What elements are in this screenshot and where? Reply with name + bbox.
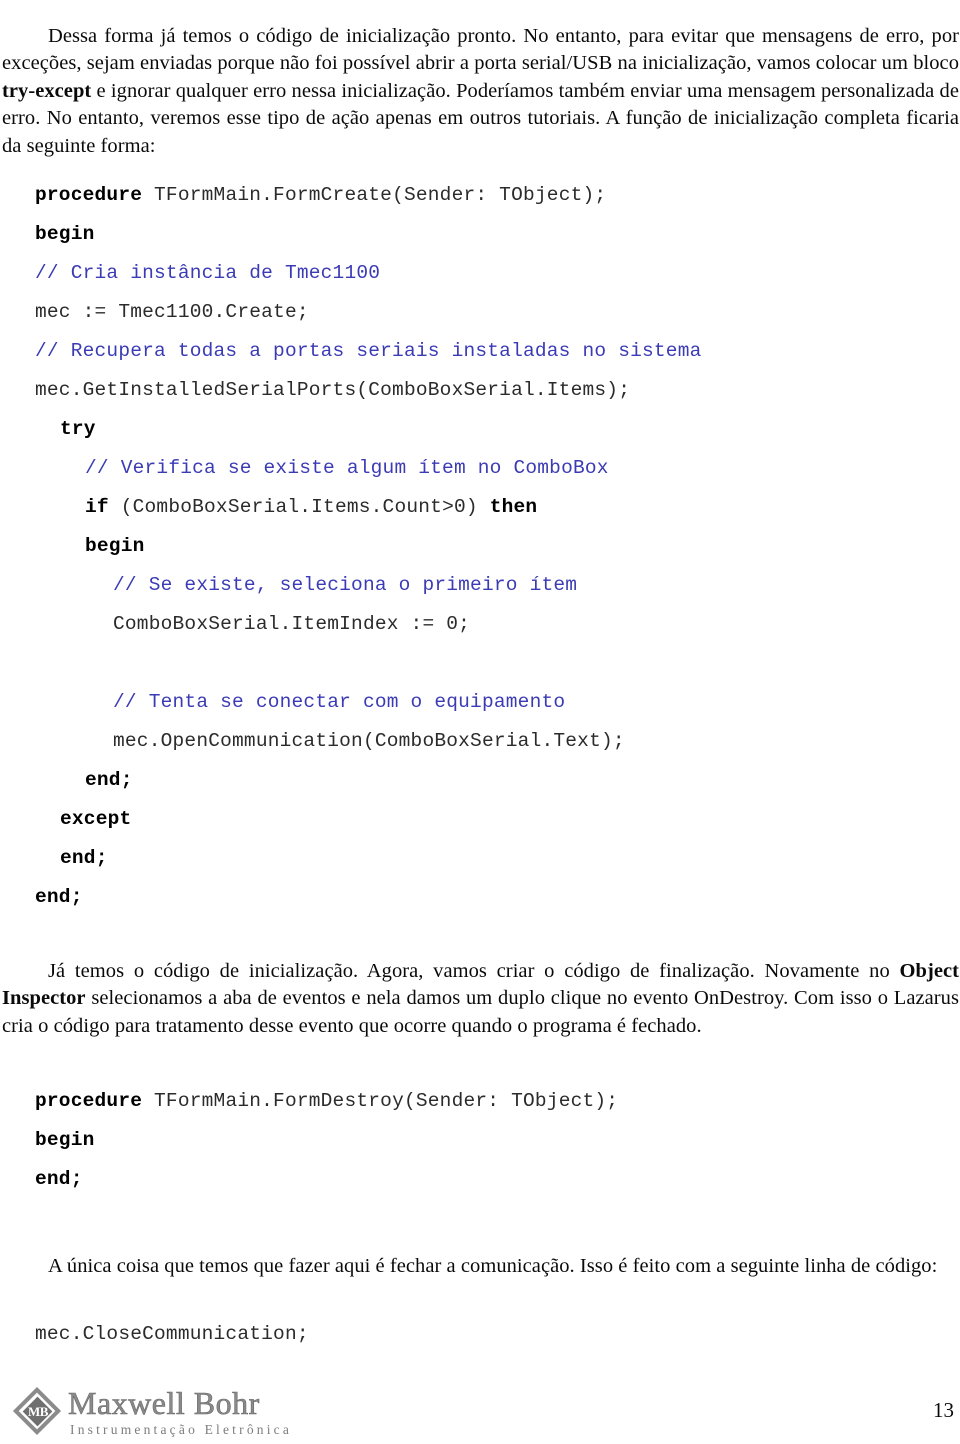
logo-tagline: Instrumentação Eletrônica (70, 1422, 293, 1437)
code-token-cmt: // Se existe, seleciona o primeiro ítem (113, 574, 578, 596)
code-token-pln: TFormMain.FormDestroy(Sender: TObject); (154, 1090, 619, 1112)
code-token-cmt: // Recupera todas a portas seriais insta… (35, 340, 702, 362)
code-line: end; (35, 761, 702, 800)
code-token-cmt: // Verifica se existe algum ítem no Comb… (85, 457, 609, 479)
code-line: begin (35, 527, 702, 566)
code-line: end; (35, 878, 702, 917)
paragraph-final: A única coisa que temos que fazer aqui é… (48, 1254, 938, 1277)
code-line: mec := Tmec1100.Create; (35, 293, 702, 332)
paragraph-intro-text-after-bold: e ignorar qualquer erro nessa inicializa… (2, 79, 959, 157)
code-block-form-create: procedure TFormMain.FormCreate(Sender: T… (35, 176, 702, 917)
code-token-kw: procedure (35, 1090, 155, 1112)
code-line: except (35, 800, 702, 839)
paragraph-middle-text-before-bold: Já temos o código de inicialização. Agor… (48, 959, 900, 982)
code-token-kw: if (85, 496, 121, 518)
code-token-kw: then (489, 496, 538, 518)
footer-logo: MB Maxwell Bohr Instrumentação Eletrônic… (12, 1385, 314, 1444)
code-line: // Recupera todas a portas seriais insta… (35, 332, 702, 371)
code-token-kw: try (60, 418, 96, 440)
code-line: mec.OpenCommunication(ComboBoxSerial.Tex… (35, 722, 702, 761)
code-line: // Verifica se existe algum ítem no Comb… (35, 449, 702, 488)
logo-company-name: Maxwell Bohr (68, 1385, 260, 1421)
code-line: ComboBoxSerial.ItemIndex := 0; (35, 605, 702, 644)
code-token-kw: begin (85, 535, 145, 557)
diamond-logo-icon: MB (12, 1386, 62, 1436)
code-token-cmt: // Cria instância de Tmec1100 (35, 262, 381, 284)
code-token-pln: mec := Tmec1100.Create; (35, 301, 309, 323)
code-token-pln: TFormMain.FormCreate(Sender: TObject); (154, 184, 607, 206)
code-token-pln: mec.OpenCommunication(ComboBoxSerial.Tex… (113, 730, 625, 752)
code-line: // Cria instância de Tmec1100 (35, 254, 702, 293)
code-line: try (35, 410, 702, 449)
code-token-kw: begin (35, 1129, 95, 1151)
code-line: if (ComboBoxSerial.Items.Count>0) then (35, 488, 702, 527)
code-token-kw: end; (35, 1168, 83, 1190)
code-line: // Se existe, seleciona o primeiro ítem (35, 566, 702, 605)
code-line: mec.GetInstalledSerialPorts(ComboBoxSeri… (35, 371, 702, 410)
code-token-kw: procedure (35, 184, 155, 206)
code-line: // Tenta se conectar com o equipamento (35, 683, 702, 722)
code-line: begin (35, 1121, 618, 1160)
paragraph-middle-text-after-bold: selecionamos a aba de eventos e nela dam… (2, 987, 959, 1037)
code-token-kw: except (60, 808, 132, 830)
page-number: 13 (933, 1398, 954, 1422)
paragraph-intro: Dessa forma já temos o código de inicial… (2, 23, 959, 161)
code-block-close-communication: mec.CloseCommunication; (35, 1315, 309, 1354)
code-token-pln: ComboBoxSerial.ItemIndex := 0; (113, 613, 471, 635)
code-line: begin (35, 215, 702, 254)
code-line: procedure TFormMain.FormCreate(Sender: T… (35, 176, 702, 215)
code-token-kw: end; (85, 769, 133, 791)
code-token-kw: end; (35, 886, 83, 908)
logo-monogram-text: MB (28, 1404, 48, 1419)
code-line: procedure TFormMain.FormDestroy(Sender: … (35, 1082, 618, 1121)
code-token-pln: mec.CloseCommunication; (35, 1323, 309, 1345)
document-page: Dessa forma já temos o código de inicial… (0, 0, 960, 1444)
paragraph-middle: Já temos o código de inicialização. Agor… (2, 958, 959, 1041)
code-line: end; (35, 1160, 618, 1199)
code-token-pln: mec.GetInstalledSerialPorts(ComboBoxSeri… (35, 379, 631, 401)
paragraph-intro-text-before-bold: Dessa forma já temos o código de inicial… (2, 24, 959, 75)
code-token-pln: (ComboBoxSerial.Items.Count>0) (120, 496, 490, 518)
code-line: end; (35, 839, 702, 878)
inline-bold-try-except: try-except (2, 79, 92, 102)
code-token-kw: end; (60, 847, 108, 869)
code-token-kw: begin (35, 223, 95, 245)
code-block-form-destroy: procedure TFormMain.FormDestroy(Sender: … (35, 1082, 618, 1199)
code-token-cmt: // Tenta se conectar com o equipamento (113, 691, 566, 713)
code-line: mec.CloseCommunication; (35, 1315, 309, 1354)
